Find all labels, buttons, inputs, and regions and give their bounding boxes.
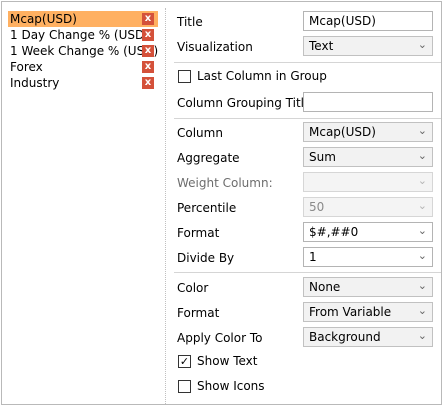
last-column-row: Last Column in Group [168, 68, 443, 90]
chevron-down-icon: ⌄ [417, 329, 427, 342]
column-label: Column [177, 126, 223, 140]
weight-column-label: Weight Column: [177, 176, 273, 190]
format-value: $#,##0 [309, 225, 359, 239]
list-item[interactable]: 1 Day Change % (USD) x [8, 27, 158, 43]
weight-column-select[interactable]: ⌄ [303, 172, 433, 192]
show-icons-row: Show Icons [168, 378, 443, 400]
chevron-down-icon: ⌄ [417, 38, 427, 51]
remove-icon[interactable]: x [142, 13, 154, 25]
divide-by-value: 1 [309, 250, 317, 264]
color-format-select[interactable]: From Variable ⌄ [303, 302, 433, 322]
list-item-label: 1 Day Change % (USD) [10, 28, 149, 42]
section-divider [174, 118, 441, 119]
color-select[interactable]: None ⌄ [303, 277, 433, 297]
color-format-label: Format [177, 306, 220, 320]
percentile-value: 50 [309, 200, 325, 214]
visualization-select[interactable]: Text ⌄ [303, 36, 433, 56]
chevron-down-icon: ⌄ [417, 199, 427, 212]
divide-by-label: Divide By [177, 251, 235, 265]
list-item[interactable]: Forex x [8, 59, 158, 75]
percentile-label: Percentile [177, 201, 237, 215]
divide-by-row: Divide By 1 ⌄ [168, 247, 443, 269]
last-column-checkbox[interactable] [178, 70, 191, 83]
apply-color-value: Background [309, 330, 381, 344]
show-text-label: Show Text [197, 354, 258, 368]
last-column-label: Last Column in Group [197, 69, 327, 83]
remove-icon[interactable]: x [142, 29, 154, 41]
apply-color-row: Apply Color To Background ⌄ [168, 327, 443, 349]
show-text-checkbox[interactable]: ✓ [178, 355, 191, 368]
color-format-value: From Variable [309, 305, 392, 319]
chevron-down-icon: ⌄ [417, 224, 427, 237]
list-item-label: 1 Week Change % (USD) [10, 44, 159, 58]
apply-color-label: Apply Color To [177, 331, 263, 345]
show-icons-label: Show Icons [197, 379, 265, 393]
percentile-select[interactable]: 50 ⌄ [303, 197, 433, 217]
remove-icon[interactable]: x [142, 77, 154, 89]
format-label: Format [177, 226, 220, 240]
format-row: Format $#,##0 ⌄ [168, 222, 443, 244]
aggregate-value: Sum [309, 150, 336, 164]
chevron-down-icon: ⌄ [417, 124, 427, 137]
color-value: None [309, 280, 341, 294]
column-row: Column Mcap(USD) ⌄ [168, 122, 443, 144]
list-item-label: Mcap(USD) [10, 12, 77, 26]
title-row: Title Mcap(USD) [168, 11, 443, 33]
checkmark-icon: ✓ [179, 355, 190, 368]
aggregate-row: Aggregate Sum ⌄ [168, 147, 443, 169]
aggregate-select[interactable]: Sum ⌄ [303, 147, 433, 167]
section-divider [174, 62, 441, 63]
grouping-title-label: Column Grouping Title [177, 96, 312, 110]
show-icons-checkbox[interactable] [178, 380, 191, 393]
chevron-down-icon: ⌄ [417, 174, 427, 187]
grouping-title-row: Column Grouping Title [168, 92, 443, 114]
remove-icon[interactable]: x [142, 45, 154, 57]
list-item-label: Forex [10, 60, 43, 74]
list-item-label: Industry [10, 76, 60, 90]
percentile-row: Percentile 50 ⌄ [168, 197, 443, 219]
color-format-row: Format From Variable ⌄ [168, 302, 443, 324]
format-select[interactable]: $#,##0 ⌄ [303, 222, 433, 242]
divide-by-select[interactable]: 1 ⌄ [303, 247, 433, 267]
list-item[interactable]: Mcap(USD) x [8, 11, 158, 27]
chevron-down-icon: ⌄ [417, 279, 427, 292]
column-value: Mcap(USD) [309, 125, 376, 139]
grouping-title-input[interactable] [303, 92, 433, 112]
panel-divider [165, 8, 167, 404]
color-label: Color [177, 281, 209, 295]
color-row: Color None ⌄ [168, 277, 443, 299]
visualization-value: Text [309, 39, 334, 53]
list-item[interactable]: Industry x [8, 75, 158, 91]
title-input[interactable]: Mcap(USD) [303, 11, 433, 31]
chevron-down-icon: ⌄ [417, 304, 427, 317]
visualization-row: Visualization Text ⌄ [168, 36, 443, 58]
visualization-label: Visualization [177, 40, 253, 54]
section-divider [174, 272, 441, 273]
column-select[interactable]: Mcap(USD) ⌄ [303, 122, 433, 142]
weight-column-row: Weight Column: ⌄ [168, 172, 443, 194]
remove-icon[interactable]: x [142, 61, 154, 73]
aggregate-label: Aggregate [177, 151, 240, 165]
show-text-row: ✓ Show Text [168, 353, 443, 375]
chevron-down-icon: ⌄ [417, 249, 427, 262]
column-settings-panel: Mcap(USD) x 1 Day Change % (USD) x 1 Wee… [1, 1, 442, 405]
title-label: Title [177, 15, 203, 29]
apply-color-select[interactable]: Background ⌄ [303, 327, 433, 347]
chevron-down-icon: ⌄ [417, 149, 427, 162]
column-list: Mcap(USD) x 1 Day Change % (USD) x 1 Wee… [8, 11, 158, 91]
list-item[interactable]: 1 Week Change % (USD) x [8, 43, 158, 59]
